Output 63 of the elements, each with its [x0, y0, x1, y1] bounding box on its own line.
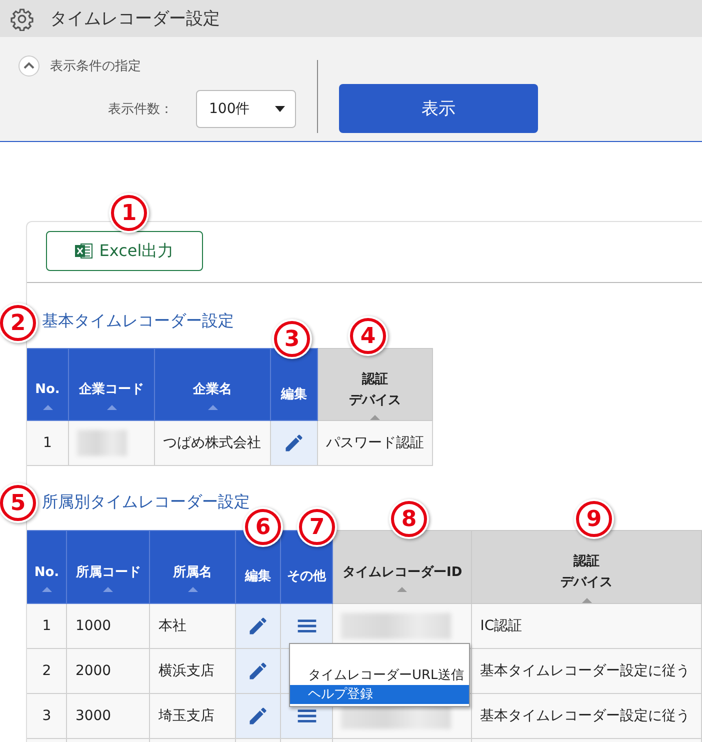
table-cell: 本社: [150, 603, 236, 648]
column-header[interactable]: 認証 デバイス: [318, 348, 432, 421]
header-label: その他: [287, 568, 326, 586]
table-cell: パスワード認証: [318, 420, 432, 466]
column-header[interactable]: No.: [27, 530, 67, 604]
spreadsheet-icon: [75, 243, 94, 259]
column-header[interactable]: 企業名: [154, 348, 270, 421]
table-cell: 3: [27, 693, 67, 738]
header-label: 所属コード: [76, 564, 141, 582]
table-cell: つばめ株式会社: [154, 420, 270, 466]
header-label: 企業コード: [79, 381, 144, 400]
header-label: 所属名: [173, 564, 212, 582]
header-label: No.: [34, 564, 60, 582]
callout-tooltip: 3: [274, 321, 310, 357]
callout-tooltip: 5: [0, 485, 36, 521]
header-label: デバイス: [560, 574, 613, 592]
display-button[interactable]: 表示: [339, 84, 538, 133]
caret-icon: [275, 106, 285, 112]
header-label: 認証: [574, 553, 600, 572]
section-title: 基本タイムレコーダー設定: [41, 311, 235, 331]
callout-tooltip: 1: [111, 195, 147, 231]
header-label: 認証: [362, 370, 388, 389]
count-label: 表示件数：: [108, 101, 174, 118]
column-header[interactable]: 編集: [270, 348, 318, 421]
callout-tooltip: 9: [576, 501, 612, 537]
chevron-up-icon[interactable]: [18, 55, 40, 77]
callout-tooltip: 2: [0, 305, 36, 341]
count-select[interactable]: 100件: [196, 90, 296, 128]
callout-tooltip: 8: [391, 501, 427, 537]
filter-toggle-label: 表示条件の指定: [50, 58, 141, 75]
table-cell: 基本タイムレコーダー設定に従う: [472, 648, 702, 694]
callout-tooltip: 7: [299, 509, 335, 545]
page-title: タイムレコーダー設定: [50, 8, 220, 30]
header-label: タイムレコーダーID: [342, 564, 462, 582]
column-header[interactable]: 認証 デバイス: [472, 530, 702, 604]
column-header[interactable]: 企業コード: [68, 348, 154, 421]
callout-tooltip: 6: [245, 509, 281, 545]
menu-item[interactable]: タイムレコーダーURL送信: [290, 666, 469, 685]
table-cell: 横浜支店: [150, 648, 236, 694]
table-cell: 3000: [66, 693, 150, 738]
table-cell: 1000: [66, 603, 150, 648]
table-cell: 1: [27, 603, 67, 648]
table-cell: IC認証: [472, 603, 702, 648]
settings-icon: [10, 6, 34, 30]
header-label: No.: [35, 381, 60, 400]
excel-export-button[interactable]: Excel出力: [46, 231, 203, 271]
menu-item[interactable]: ヘルプ登録: [290, 685, 469, 704]
table-cell: 1: [27, 420, 68, 466]
column-header[interactable]: タイムレコーダーID: [332, 530, 472, 604]
table-cell: 基本タイムレコーダー設定に従う: [472, 693, 702, 738]
header-label: 編集: [281, 386, 307, 404]
callout-tooltip: 4: [350, 318, 386, 354]
column-header[interactable]: 所属コード: [66, 530, 150, 604]
table-cell: 2: [27, 648, 67, 694]
blurred-value: [77, 430, 127, 456]
table-cell: 埼玉支店: [150, 693, 236, 738]
pencil-icon[interactable]: [283, 432, 305, 454]
header-label: 企業名: [193, 381, 232, 400]
header-label: デバイス: [349, 392, 401, 410]
header-label: 編集: [244, 568, 271, 586]
column-header[interactable]: No.: [27, 348, 68, 421]
table-cell: 2000: [66, 648, 150, 694]
column-header[interactable]: 所属名: [150, 530, 236, 604]
